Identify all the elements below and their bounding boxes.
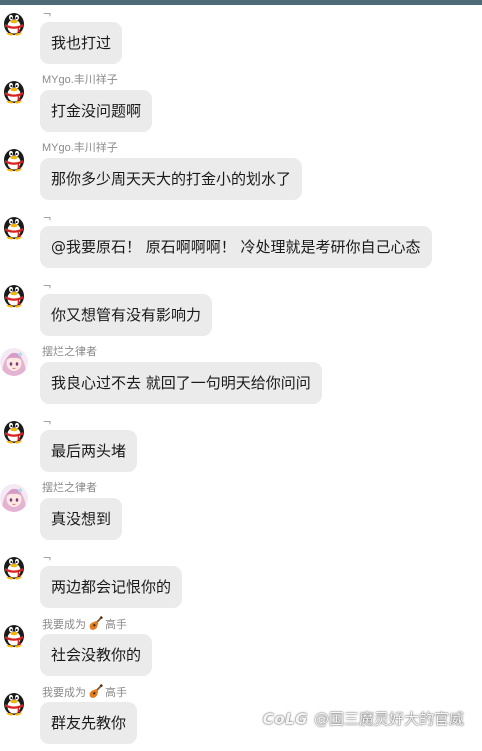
qq-penguin-icon[interactable]: [0, 280, 28, 308]
watermark-text: @国三魔灵好大的官威: [313, 710, 464, 728]
sender-name[interactable]: ᆨ: [42, 4, 52, 20]
message-bubble[interactable]: 两边都会记恨你的: [40, 566, 183, 608]
message-bubble[interactable]: 我也打过: [40, 22, 123, 64]
sender-name[interactable]: MYgo.丰川祥子: [42, 140, 118, 156]
anime-girl-avatar[interactable]: [0, 484, 28, 512]
chat-message: 我要成为 高手 社会没教你的: [0, 615, 482, 678]
chat-message: MYgo.丰川祥子 打金没问题啊: [0, 72, 482, 134]
message-bubble[interactable]: 真没想到: [40, 498, 123, 540]
sender-name[interactable]: ᆨ: [42, 548, 52, 564]
qq-penguin-icon[interactable]: [0, 212, 28, 240]
chat-message: ᆨ 两边都会记恨你的: [0, 548, 482, 610]
qq-penguin-icon[interactable]: [0, 144, 28, 172]
chat-message: 摆烂之律者 真没想到: [0, 480, 482, 542]
message-bubble[interactable]: 你又想管有没有影响力: [40, 294, 213, 336]
message-bubble[interactable]: 那你多少周天天大的打金小的划水了: [40, 158, 303, 200]
message-bubble[interactable]: 群友先教你: [40, 702, 138, 744]
message-bubble[interactable]: 社会没教你的: [40, 634, 153, 676]
watermark-logo: CoLG: [262, 710, 308, 728]
sender-name[interactable]: MYgo.丰川祥子: [42, 72, 118, 88]
message-bubble[interactable]: 打金没问题啊: [40, 90, 153, 132]
sender-name[interactable]: 摆烂之律者: [42, 480, 97, 496]
message-bubble[interactable]: 最后两头堵: [40, 430, 138, 472]
guitar-icon: [88, 615, 103, 636]
sender-name[interactable]: 我要成为 高手: [42, 615, 127, 632]
chat-message: ᆨ 最后两头堵: [0, 412, 482, 474]
sender-name-prefix: 我要成为: [42, 619, 86, 631]
message-bubble[interactable]: 我良心过不去 就回了一句明天给你问问: [40, 362, 322, 404]
guitar-icon: [88, 683, 103, 704]
qq-penguin-icon[interactable]: [0, 76, 28, 104]
sender-name[interactable]: 摆烂之律者: [42, 344, 97, 360]
chat-message: ᆨ @我要原石！ 原石啊啊啊！ 冷处理就是考研你自己心态: [0, 208, 482, 270]
anime-girl-avatar[interactable]: [0, 348, 28, 376]
sender-name[interactable]: ᆨ: [42, 208, 52, 224]
sender-name-suffix: 高手: [105, 619, 127, 631]
qq-penguin-icon[interactable]: [0, 552, 28, 580]
chat-message: 摆烂之律者 我良心过不去 就回了一句明天给你问问: [0, 344, 482, 406]
sender-name-suffix: 高手: [105, 687, 127, 699]
sender-name[interactable]: ᆨ: [42, 276, 52, 292]
qq-penguin-icon[interactable]: [0, 8, 28, 36]
chat-message: MYgo.丰川祥子 那你多少周天天大的打金小的划水了: [0, 140, 482, 202]
qq-penguin-icon[interactable]: [0, 416, 28, 444]
message-bubble[interactable]: @我要原石！ 原石啊啊啊！ 冷处理就是考研你自己心态: [40, 226, 432, 268]
sender-name-prefix: 我要成为: [42, 687, 86, 699]
chat-message: ᆨ 你又想管有没有影响力: [0, 276, 482, 338]
sender-name[interactable]: 我要成为 高手: [42, 683, 127, 700]
sender-name[interactable]: ᆨ: [42, 412, 52, 428]
qq-penguin-icon[interactable]: [0, 688, 28, 716]
chat-message: ᆨ 我也打过: [0, 4, 482, 66]
qq-penguin-icon[interactable]: [0, 620, 28, 648]
watermark: CoLG @国三魔灵好大的官威: [263, 706, 464, 732]
